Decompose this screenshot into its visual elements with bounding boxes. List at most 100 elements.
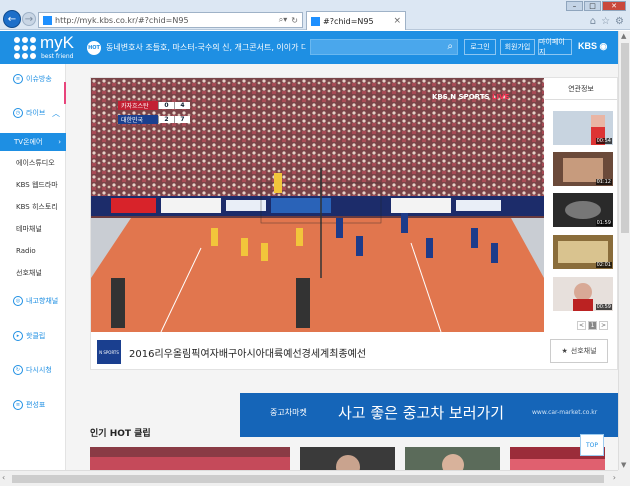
team1-sets: 0 [158, 101, 174, 109]
scroll-down-icon[interactable]: ▼ [621, 461, 626, 469]
scrollbar-thumb[interactable] [621, 43, 629, 233]
site-logo[interactable]: myK [40, 33, 74, 53]
scroll-right-icon[interactable]: › [613, 473, 616, 482]
star-icon: ★ [561, 347, 568, 355]
scroll-top-button[interactable]: TOP [580, 434, 604, 456]
related-thumb[interactable]: 02:01 [553, 235, 613, 269]
hot-clip-thumb[interactable] [405, 447, 500, 470]
sidebar-sub-tv-onair[interactable]: TV온에어 › [0, 133, 66, 151]
pager-prev-button[interactable]: < [577, 321, 586, 330]
related-title: 연관정보 [545, 78, 617, 100]
sidebar-sub-history[interactable]: KBS 히스토리 [0, 198, 66, 216]
team1-points: 4 [174, 101, 190, 109]
scrollbar-corner [618, 470, 630, 486]
login-button[interactable]: 로그인 [464, 39, 496, 55]
horizontal-scrollbar[interactable]: ‹ › [0, 470, 618, 486]
scroll-up-icon[interactable]: ▲ [621, 32, 626, 40]
sidebar-item-replay[interactable]: ↻ 다시시청 [0, 363, 66, 377]
banner-brand: 중고차마켓 [270, 408, 307, 417]
mypage-button[interactable]: 마이페이지 [538, 38, 572, 56]
search-icon[interactable]: ⌕ [447, 41, 453, 52]
kbs-eye-icon: ◉ [599, 41, 608, 51]
score-row-team2: 대한민국 2 7 [118, 112, 190, 126]
join-button[interactable]: 회원가입 [500, 39, 535, 55]
related-thumb[interactable]: 00:54 [553, 111, 613, 145]
team2-name: 대한민국 [118, 114, 158, 124]
hot-clip-thumb[interactable] [300, 447, 395, 470]
channel-logo[interactable]: N SPORTS [97, 340, 121, 364]
location-icon: ◎ [13, 296, 23, 306]
vertical-scrollbar[interactable]: ▲ ▼ [618, 31, 630, 470]
tab-close-icon[interactable]: × [393, 16, 401, 26]
video-title-row: N SPORTS 2016리우올림픽여자배구아시아대륙예선경세계최종예선 ★ 선… [91, 333, 617, 369]
hot-ticker[interactable]: 동네변호사 조들호, 마스터-국수의 신, 개그콘서트, 이이가 다섯 [106, 42, 306, 53]
hot-clips-title: 인기 HOT 클립 [90, 429, 151, 439]
scoreboard: 카자흐스탄 0 4 대한민국 2 7 [118, 98, 190, 126]
list-icon: ≡ [13, 74, 23, 84]
scroll-left-icon[interactable]: ‹ [2, 473, 5, 482]
schedule-icon: ≡ [13, 400, 23, 410]
star-icon[interactable]: ☆ [601, 16, 610, 27]
address-bar[interactable]: http://myk.kbs.co.kr/#?chid=N95 ⌕▾ ↻ [38, 12, 303, 28]
related-pager: < 1 > [577, 321, 608, 330]
window-controls: – □ ✕ [566, 1, 626, 11]
sidebar-sub-studio[interactable]: 에이스튜디오 [0, 154, 66, 172]
search-dropdown-icon[interactable]: ⌕▾ [279, 15, 288, 25]
scrollbar-thumb[interactable] [12, 475, 604, 483]
replay-icon: ↻ [13, 365, 23, 375]
forward-button[interactable]: → [22, 12, 36, 26]
pager-page-button[interactable]: 1 [588, 321, 597, 330]
tab-title: #?chid=N95 [323, 16, 374, 26]
clip-icon: ▸ [13, 331, 23, 341]
back-button[interactable]: ← [3, 10, 21, 28]
site-favicon-icon [43, 15, 52, 25]
toolbar-icons: ⌂ ☆ ⚙ [590, 16, 624, 27]
related-panel: 연관정보 00:54 01:12 01:59 02:01 00:59 < 1 > [545, 78, 617, 332]
hot-clip-thumb[interactable] [90, 447, 290, 470]
sidebar-item-schedule[interactable]: ≡ 편성표 [0, 398, 66, 412]
minimize-button[interactable]: – [566, 1, 583, 11]
sidebar: ≡ 이슈방송 ◷ 라이브 ︿ TV온에어 › 에이스튜디오 KBS 웹드라마 K… [0, 64, 66, 470]
chevron-up-icon: ︿ [52, 108, 60, 118]
team2-points: 7 [174, 115, 190, 123]
refresh-icon[interactable]: ↻ [291, 16, 298, 25]
score-row-team1: 카자흐스탄 0 4 [118, 98, 190, 112]
team1-name: 카자흐스탄 [118, 100, 158, 110]
sidebar-item-hotclip[interactable]: ▸ 핫클립 [0, 329, 66, 343]
related-thumb[interactable]: 01:59 [553, 193, 613, 227]
arrow-left-icon: ← [7, 13, 17, 25]
broadcaster-logo: KBS N SPORTS LIVE [432, 93, 510, 101]
related-thumb[interactable]: 00:59 [553, 277, 613, 311]
site-logo-sub: best friend [41, 53, 74, 60]
search-input[interactable]: ⌕ [310, 39, 458, 55]
home-icon[interactable]: ⌂ [590, 16, 596, 27]
favorite-channel-button[interactable]: ★ 선호채널 [550, 339, 608, 363]
video-title: 2016리우올림픽여자배구아시아대륙예선경세계최종예선 [129, 349, 367, 360]
hot-badge: HOT [87, 41, 101, 55]
pager-next-button[interactable]: > [599, 321, 608, 330]
address-url[interactable]: http://myk.kbs.co.kr/#?chid=N95 [55, 16, 279, 25]
sidebar-sub-webdrama[interactable]: KBS 웹드라마 [0, 176, 66, 194]
gear-icon[interactable]: ⚙ [615, 16, 624, 27]
sidebar-sub-theme[interactable]: 테마채널 [0, 220, 66, 238]
related-thumb[interactable]: 01:12 [553, 152, 613, 186]
browser-chrome: ← → http://myk.kbs.co.kr/#?chid=N95 ⌕▾ ↻… [0, 0, 630, 30]
chevron-right-icon: › [58, 138, 61, 146]
close-button[interactable]: ✕ [602, 1, 626, 11]
kbs-logo[interactable]: KBS ◉ [578, 41, 607, 52]
banner-headline: 사고 좋은 중고차 보러가기 [338, 404, 505, 422]
arrow-right-icon: → [24, 13, 34, 25]
sidebar-sub-radio[interactable]: Radio [0, 242, 66, 260]
team2-sets: 2 [158, 115, 174, 123]
browser-tab[interactable]: #?chid=N95 × [306, 11, 406, 30]
maximize-button[interactable]: □ [584, 1, 601, 11]
site-header: myK best friend HOT 동네변호사 조들호, 마스터-국수의 신… [0, 31, 618, 64]
sidebar-item-issue[interactable]: ≡ 이슈방송 [0, 72, 66, 86]
logo-mark-icon[interactable] [14, 37, 36, 59]
tab-favicon-icon [311, 16, 320, 26]
sidebar-sub-favorite[interactable]: 선호채널 [0, 264, 66, 282]
sidebar-item-live[interactable]: ◷ 라이브 ︿ [0, 106, 66, 120]
ad-banner[interactable]: 중고차마켓 사고 좋은 중고차 보러가기 www.car-market.co.k… [240, 393, 618, 437]
clock-icon: ◷ [13, 108, 23, 118]
sidebar-item-hometown[interactable]: ◎ 내고향채널 [0, 294, 66, 308]
